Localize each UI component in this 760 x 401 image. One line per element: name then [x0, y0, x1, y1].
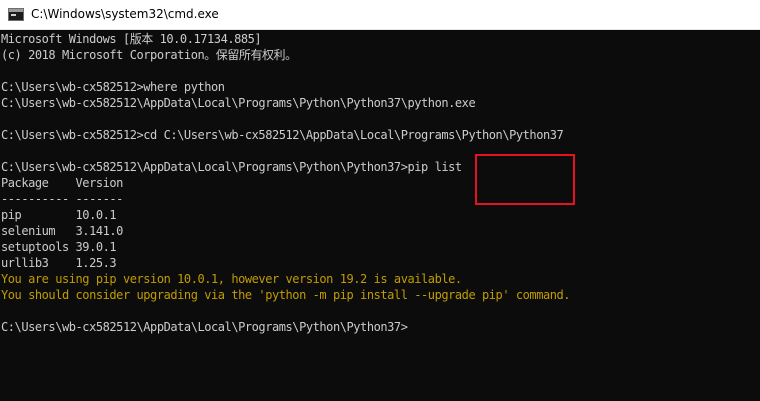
highlight-annotation-box: [475, 154, 575, 205]
console-line-where-command: C:\Users\wb-cx582512>where python: [1, 80, 225, 94]
console-line-where-result: C:\Users\wb-cx582512\AppData\Local\Progr…: [1, 96, 476, 110]
console-line-cd-command: C:\Users\wb-cx582512>cd C:\Users\wb-cx58…: [1, 128, 564, 142]
cmd-icon[interactable]: [8, 8, 24, 21]
console-line-version: Microsoft Windows [版本 10.0.17134.885]: [1, 32, 262, 46]
console-line-package-setuptools: setuptools 39.0.1: [1, 240, 117, 254]
console-line-copyright: (c) 2018 Microsoft Corporation。保留所有权利。: [1, 48, 297, 62]
window-title: C:\Windows\system32\cmd.exe: [31, 7, 219, 21]
console-line-package-pip: pip 10.0.1: [1, 208, 117, 222]
console-output[interactable]: Microsoft Windows [版本 10.0.17134.885] (c…: [0, 30, 760, 401]
title-bar[interactable]: C:\Windows\system32\cmd.exe: [0, 0, 760, 30]
console-line-prompt: C:\Users\wb-cx582512\AppData\Local\Progr…: [1, 320, 408, 334]
cmd-window: C:\Windows\system32\cmd.exe Microsoft Wi…: [0, 0, 760, 401]
console-line-table-separator: ---------- -------: [1, 192, 123, 206]
console-line-package-selenium: selenium 3.141.0: [1, 224, 123, 238]
console-line-pip-list-command: C:\Users\wb-cx582512\AppData\Local\Progr…: [1, 160, 462, 174]
console-line-warning-upgrade: You should consider upgrading via the 'p…: [1, 288, 571, 302]
console-line-table-header: Package Version: [1, 176, 123, 190]
console-line-warning-version: You are using pip version 10.0.1, howeve…: [1, 272, 462, 286]
console-line-package-urllib3: urllib3 1.25.3: [1, 256, 117, 270]
